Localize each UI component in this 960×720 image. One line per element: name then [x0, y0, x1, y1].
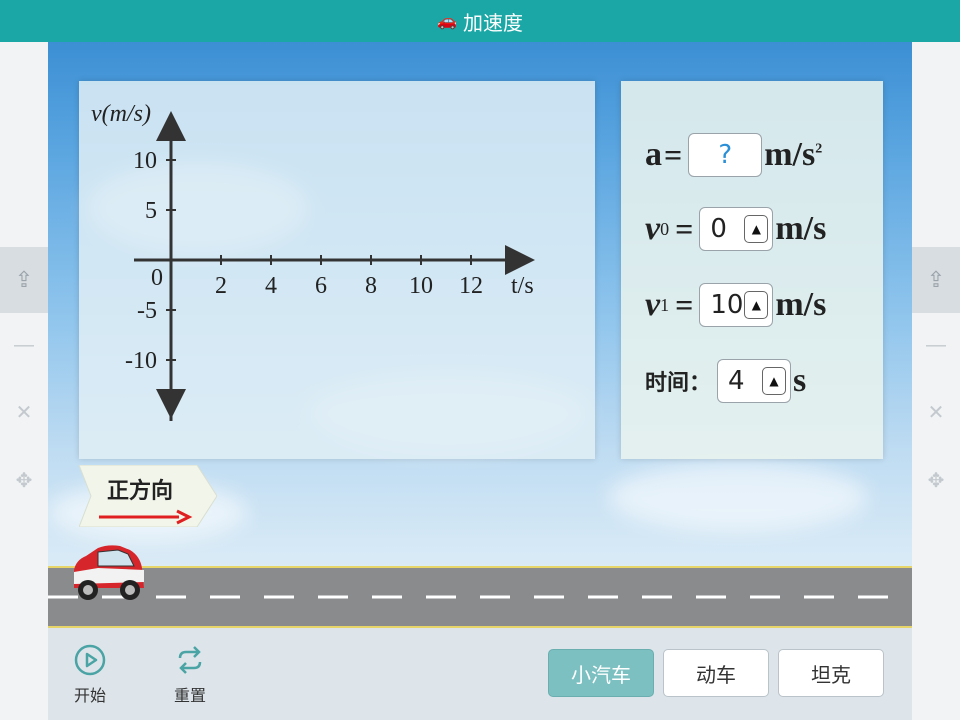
- y-axis-label: v(m/s): [91, 101, 151, 127]
- vehicle-car-button[interactable]: 小汽车: [548, 649, 654, 697]
- share-icon[interactable]: ⇪: [0, 247, 48, 313]
- reset-button[interactable]: 重置: [160, 644, 220, 706]
- acceleration-row: a = ? m/s2: [645, 133, 822, 177]
- final-velocity-field[interactable]: 10 ▲: [699, 283, 774, 327]
- close-icon[interactable]: ✕: [912, 400, 960, 425]
- v0-stepper-up-icon[interactable]: ▲: [744, 215, 769, 243]
- repeat-icon: [178, 646, 202, 674]
- acceleration-value: ?: [718, 140, 733, 170]
- acceleration-answer-field[interactable]: ?: [688, 133, 763, 177]
- graph-svg: v(m/s) t/s 0 10 5 -5 -10 2 4 6 8 10 12: [91, 101, 535, 421]
- time-field[interactable]: 4 ▲: [717, 359, 792, 403]
- positive-direction-sign: 正方向: [78, 464, 218, 528]
- time-stepper-up-icon[interactable]: ▲: [762, 367, 787, 395]
- vehicle-train-button[interactable]: 动车: [663, 649, 769, 697]
- cloud: [608, 462, 868, 532]
- play-icon: [74, 644, 106, 676]
- car-icon: 🚗: [437, 13, 457, 30]
- a-label: a: [645, 136, 662, 173]
- velocity-time-graph: v(m/s) t/s 0 10 5 -5 -10 2 4 6 8 10 12: [79, 81, 595, 459]
- equals-sign: =: [664, 136, 683, 173]
- v1-stepper-up-icon[interactable]: ▲: [744, 291, 769, 319]
- a-unit-text: m/s: [764, 136, 816, 173]
- v0-unit: m/s: [775, 210, 827, 247]
- time-value: 4: [728, 366, 745, 396]
- origin-label: 0: [151, 265, 163, 291]
- start-button[interactable]: 开始: [60, 644, 120, 706]
- car: [68, 542, 148, 604]
- right-side-rail: ⇪ — ✕ ✥: [912, 42, 960, 720]
- initial-velocity-row: v0 = 0 ▲ m/s: [645, 207, 826, 251]
- y-tick-label: -10: [125, 348, 157, 374]
- v0-value: 0: [710, 214, 727, 244]
- move-icon[interactable]: ✥: [0, 468, 48, 493]
- x-tick-label: 2: [215, 273, 227, 299]
- minus-icon[interactable]: —: [0, 334, 48, 357]
- app-title: 加速度: [462, 12, 523, 35]
- v1-subscript: 1: [660, 294, 670, 315]
- vehicle-tank-button[interactable]: 坦克: [778, 649, 884, 697]
- time-unit: s: [793, 362, 807, 399]
- final-velocity-row: v1 = 10 ▲ m/s: [645, 283, 826, 327]
- road: [48, 566, 912, 628]
- control-bar: 开始 重置 小汽车 动车 坦克: [48, 628, 912, 720]
- v1-symbol: v: [645, 286, 661, 323]
- x-tick-label: 10: [409, 273, 433, 299]
- equals-sign: =: [675, 286, 694, 323]
- y-tick-label: -5: [137, 298, 157, 324]
- time-label: 时间：: [645, 371, 712, 396]
- vehicle-train-label: 动车: [696, 662, 736, 687]
- initial-velocity-field[interactable]: 0 ▲: [699, 207, 774, 251]
- time-row: 时间： 4 ▲ s: [645, 359, 806, 403]
- simulation-stage: v(m/s) t/s 0 10 5 -5 -10 2 4 6 8 10 12 a = ? m/s…: [48, 42, 912, 628]
- y-tick-label: 5: [145, 198, 157, 224]
- close-icon[interactable]: ✕: [0, 400, 48, 425]
- minus-icon[interactable]: —: [912, 334, 960, 357]
- left-side-rail: ⇪ — ✕ ✥: [0, 42, 48, 720]
- share-icon[interactable]: ⇪: [912, 247, 960, 313]
- x-axis-label: t/s: [511, 273, 534, 299]
- direction-label: 正方向: [107, 479, 174, 504]
- x-tick-label: 12: [459, 273, 483, 299]
- v0-symbol: v: [645, 210, 661, 247]
- acceleration-unit: m/s2: [764, 136, 822, 174]
- equals-sign: =: [675, 210, 694, 247]
- x-tick-label: 4: [265, 273, 277, 299]
- v1-value: 10: [710, 290, 744, 320]
- v0-subscript: 0: [660, 218, 670, 239]
- parameter-panel: a = ? m/s2 v0 = 0 ▲ m/s v1 = 10 ▲ m/s 时间…: [621, 81, 883, 459]
- start-label: 开始: [73, 686, 106, 705]
- road-markings: [48, 595, 912, 599]
- car-graphic: [74, 545, 144, 600]
- a-unit-exponent: 2: [815, 141, 823, 157]
- v1-unit: m/s: [775, 286, 827, 323]
- title-bar: 🚗 加速度: [0, 0, 960, 42]
- move-icon[interactable]: ✥: [912, 468, 960, 493]
- x-tick-label: 8: [365, 273, 377, 299]
- y-tick-label: 10: [133, 148, 157, 174]
- vehicle-tank-label: 坦克: [811, 662, 851, 687]
- x-tick-label: 6: [315, 273, 327, 299]
- vehicle-car-label: 小汽车: [571, 662, 631, 687]
- reset-label: 重置: [173, 686, 206, 705]
